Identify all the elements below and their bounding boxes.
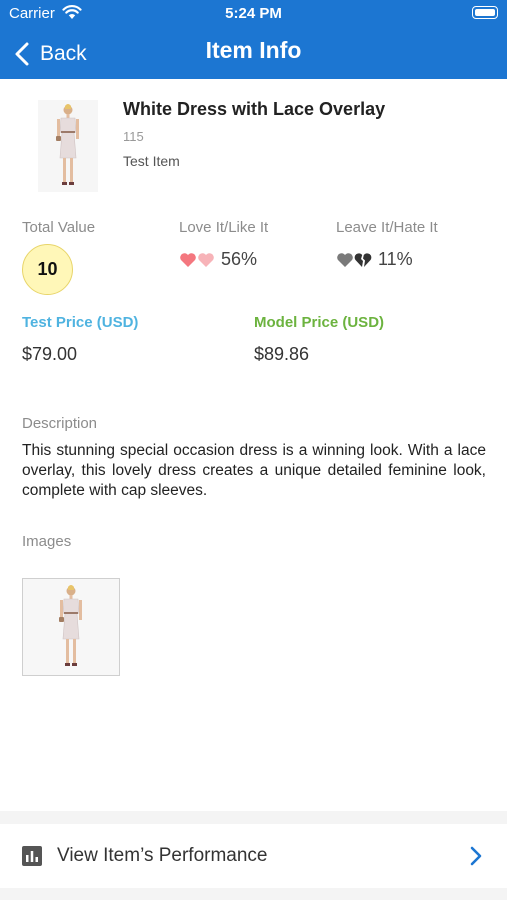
images-label: Images <box>22 533 72 550</box>
total-value-badge: 10 <box>22 244 73 295</box>
item-thumbnail <box>38 100 98 192</box>
gray-heart-icon <box>337 252 353 267</box>
footer-divider <box>0 811 507 824</box>
test-price-value: $79.00 <box>22 344 78 364</box>
leave-it-label: Leave It/Hate It <box>336 219 438 236</box>
chevron-right-icon <box>470 846 482 866</box>
leave-it-metric: 11% <box>336 249 413 270</box>
bar-chart-icon <box>22 846 42 866</box>
broken-heart-icon <box>354 252 372 267</box>
dress-photo <box>59 585 82 666</box>
heart-icon <box>180 252 196 267</box>
leave-it-value: 11% <box>378 249 413 269</box>
battery-icon <box>472 6 498 19</box>
status-bar: Carrier 5:24 PM <box>0 0 507 28</box>
footer-bottom-strip <box>0 888 507 900</box>
love-it-metric: 56% <box>179 249 257 270</box>
app-header: Carrier 5:24 PM Back Item Info <box>0 0 507 79</box>
model-price-value: $89.86 <box>254 344 310 364</box>
total-value-label: Total Value <box>22 219 96 236</box>
love-it-value: 56% <box>221 249 258 269</box>
model-price-label: Model Price (USD) <box>254 314 385 331</box>
item-type: Test Item <box>123 153 180 169</box>
heart-light-icon <box>198 252 214 267</box>
test-price-label: Test Price (USD) <box>22 314 139 331</box>
description-label: Description <box>22 415 98 432</box>
item-title: White Dress with Lace Overlay <box>123 99 386 119</box>
status-time: 5:24 PM <box>225 5 282 22</box>
nav-bar: Back Item Info <box>0 28 507 79</box>
love-it-label: Love It/Like It <box>179 219 269 236</box>
view-performance-button[interactable]: View Item’s Performance <box>0 824 507 888</box>
description-text: This stunning special occasion dress is … <box>22 442 486 499</box>
item-image[interactable] <box>22 578 120 676</box>
page-title: Item Info <box>205 37 302 63</box>
item-id: 115 <box>123 129 144 144</box>
view-performance-label: View Item’s Performance <box>57 845 268 866</box>
